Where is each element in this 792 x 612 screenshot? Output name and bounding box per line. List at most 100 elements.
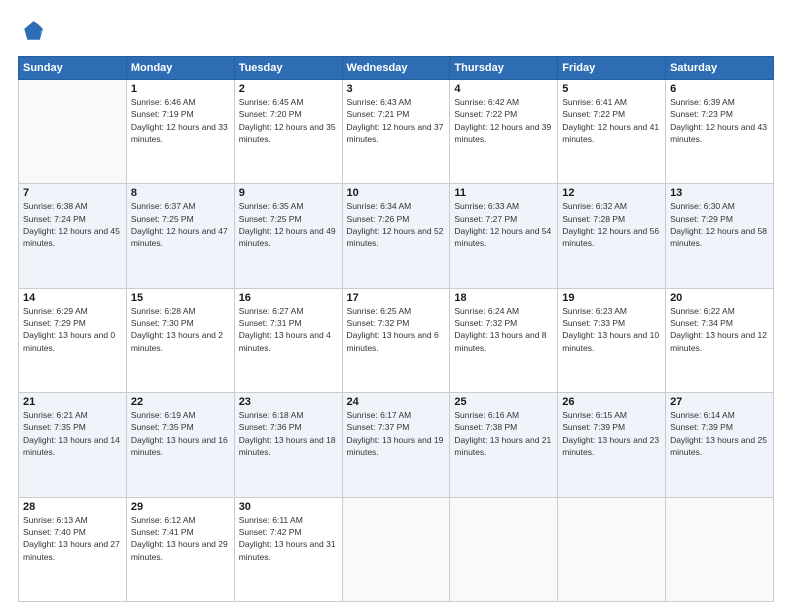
day-number: 15 xyxy=(131,292,230,304)
calendar-cell: 4Sunrise: 6:42 AMSunset: 7:22 PMDaylight… xyxy=(450,80,558,184)
day-info: Sunrise: 6:37 AMSunset: 7:25 PMDaylight:… xyxy=(131,200,230,249)
day-info: Sunrise: 6:13 AMSunset: 7:40 PMDaylight:… xyxy=(23,514,122,563)
day-info: Sunrise: 6:32 AMSunset: 7:28 PMDaylight:… xyxy=(562,200,661,249)
day-number: 21 xyxy=(23,396,122,408)
day-number: 17 xyxy=(347,292,446,304)
calendar-cell: 11Sunrise: 6:33 AMSunset: 7:27 PMDayligh… xyxy=(450,184,558,288)
day-info: Sunrise: 6:34 AMSunset: 7:26 PMDaylight:… xyxy=(347,200,446,249)
logo-icon xyxy=(18,18,46,46)
calendar-body: 1Sunrise: 6:46 AMSunset: 7:19 PMDaylight… xyxy=(19,80,774,602)
calendar-cell: 2Sunrise: 6:45 AMSunset: 7:20 PMDaylight… xyxy=(234,80,342,184)
day-info: Sunrise: 6:27 AMSunset: 7:31 PMDaylight:… xyxy=(239,305,338,354)
calendar-cell xyxy=(342,497,450,601)
day-info: Sunrise: 6:17 AMSunset: 7:37 PMDaylight:… xyxy=(347,409,446,458)
weekday-header-cell: Friday xyxy=(558,57,666,80)
day-info: Sunrise: 6:14 AMSunset: 7:39 PMDaylight:… xyxy=(670,409,769,458)
calendar-cell: 3Sunrise: 6:43 AMSunset: 7:21 PMDaylight… xyxy=(342,80,450,184)
calendar-cell: 12Sunrise: 6:32 AMSunset: 7:28 PMDayligh… xyxy=(558,184,666,288)
header xyxy=(18,18,774,46)
day-info: Sunrise: 6:30 AMSunset: 7:29 PMDaylight:… xyxy=(670,200,769,249)
calendar-cell: 15Sunrise: 6:28 AMSunset: 7:30 PMDayligh… xyxy=(126,288,234,392)
day-number: 26 xyxy=(562,396,661,408)
calendar-cell: 27Sunrise: 6:14 AMSunset: 7:39 PMDayligh… xyxy=(666,393,774,497)
calendar-cell: 5Sunrise: 6:41 AMSunset: 7:22 PMDaylight… xyxy=(558,80,666,184)
calendar-cell: 23Sunrise: 6:18 AMSunset: 7:36 PMDayligh… xyxy=(234,393,342,497)
calendar-cell: 22Sunrise: 6:19 AMSunset: 7:35 PMDayligh… xyxy=(126,393,234,497)
day-number: 19 xyxy=(562,292,661,304)
day-number: 28 xyxy=(23,501,122,513)
day-info: Sunrise: 6:22 AMSunset: 7:34 PMDaylight:… xyxy=(670,305,769,354)
day-number: 24 xyxy=(347,396,446,408)
day-info: Sunrise: 6:21 AMSunset: 7:35 PMDaylight:… xyxy=(23,409,122,458)
day-number: 22 xyxy=(131,396,230,408)
page: SundayMondayTuesdayWednesdayThursdayFrid… xyxy=(0,0,792,612)
day-number: 18 xyxy=(454,292,553,304)
calendar-table: SundayMondayTuesdayWednesdayThursdayFrid… xyxy=(18,56,774,602)
day-info: Sunrise: 6:46 AMSunset: 7:19 PMDaylight:… xyxy=(131,96,230,145)
calendar-cell: 29Sunrise: 6:12 AMSunset: 7:41 PMDayligh… xyxy=(126,497,234,601)
calendar-cell: 10Sunrise: 6:34 AMSunset: 7:26 PMDayligh… xyxy=(342,184,450,288)
day-number: 6 xyxy=(670,83,769,95)
calendar-cell: 6Sunrise: 6:39 AMSunset: 7:23 PMDaylight… xyxy=(666,80,774,184)
calendar-cell: 28Sunrise: 6:13 AMSunset: 7:40 PMDayligh… xyxy=(19,497,127,601)
calendar-cell: 17Sunrise: 6:25 AMSunset: 7:32 PMDayligh… xyxy=(342,288,450,392)
day-number: 23 xyxy=(239,396,338,408)
day-number: 5 xyxy=(562,83,661,95)
day-number: 27 xyxy=(670,396,769,408)
day-info: Sunrise: 6:12 AMSunset: 7:41 PMDaylight:… xyxy=(131,514,230,563)
calendar-cell: 13Sunrise: 6:30 AMSunset: 7:29 PMDayligh… xyxy=(666,184,774,288)
calendar-week-row: 1Sunrise: 6:46 AMSunset: 7:19 PMDaylight… xyxy=(19,80,774,184)
calendar-cell: 24Sunrise: 6:17 AMSunset: 7:37 PMDayligh… xyxy=(342,393,450,497)
day-number: 30 xyxy=(239,501,338,513)
calendar-cell: 16Sunrise: 6:27 AMSunset: 7:31 PMDayligh… xyxy=(234,288,342,392)
day-info: Sunrise: 6:25 AMSunset: 7:32 PMDaylight:… xyxy=(347,305,446,354)
calendar-cell xyxy=(666,497,774,601)
calendar-cell: 8Sunrise: 6:37 AMSunset: 7:25 PMDaylight… xyxy=(126,184,234,288)
day-number: 14 xyxy=(23,292,122,304)
calendar-cell xyxy=(19,80,127,184)
calendar-cell xyxy=(450,497,558,601)
calendar-cell: 1Sunrise: 6:46 AMSunset: 7:19 PMDaylight… xyxy=(126,80,234,184)
day-info: Sunrise: 6:29 AMSunset: 7:29 PMDaylight:… xyxy=(23,305,122,354)
calendar-week-row: 7Sunrise: 6:38 AMSunset: 7:24 PMDaylight… xyxy=(19,184,774,288)
day-number: 20 xyxy=(670,292,769,304)
weekday-header-cell: Tuesday xyxy=(234,57,342,80)
day-info: Sunrise: 6:11 AMSunset: 7:42 PMDaylight:… xyxy=(239,514,338,563)
calendar-cell: 25Sunrise: 6:16 AMSunset: 7:38 PMDayligh… xyxy=(450,393,558,497)
day-info: Sunrise: 6:42 AMSunset: 7:22 PMDaylight:… xyxy=(454,96,553,145)
day-info: Sunrise: 6:43 AMSunset: 7:21 PMDaylight:… xyxy=(347,96,446,145)
day-number: 4 xyxy=(454,83,553,95)
day-number: 3 xyxy=(347,83,446,95)
day-number: 25 xyxy=(454,396,553,408)
day-info: Sunrise: 6:33 AMSunset: 7:27 PMDaylight:… xyxy=(454,200,553,249)
day-info: Sunrise: 6:35 AMSunset: 7:25 PMDaylight:… xyxy=(239,200,338,249)
day-info: Sunrise: 6:15 AMSunset: 7:39 PMDaylight:… xyxy=(562,409,661,458)
weekday-header-cell: Saturday xyxy=(666,57,774,80)
day-number: 8 xyxy=(131,187,230,199)
weekday-header-cell: Thursday xyxy=(450,57,558,80)
weekday-header-cell: Sunday xyxy=(19,57,127,80)
day-info: Sunrise: 6:39 AMSunset: 7:23 PMDaylight:… xyxy=(670,96,769,145)
calendar-week-row: 14Sunrise: 6:29 AMSunset: 7:29 PMDayligh… xyxy=(19,288,774,392)
calendar-cell: 7Sunrise: 6:38 AMSunset: 7:24 PMDaylight… xyxy=(19,184,127,288)
day-info: Sunrise: 6:23 AMSunset: 7:33 PMDaylight:… xyxy=(562,305,661,354)
day-number: 11 xyxy=(454,187,553,199)
day-info: Sunrise: 6:18 AMSunset: 7:36 PMDaylight:… xyxy=(239,409,338,458)
day-info: Sunrise: 6:45 AMSunset: 7:20 PMDaylight:… xyxy=(239,96,338,145)
calendar-week-row: 28Sunrise: 6:13 AMSunset: 7:40 PMDayligh… xyxy=(19,497,774,601)
day-number: 2 xyxy=(239,83,338,95)
logo xyxy=(18,18,50,46)
day-info: Sunrise: 6:19 AMSunset: 7:35 PMDaylight:… xyxy=(131,409,230,458)
day-info: Sunrise: 6:41 AMSunset: 7:22 PMDaylight:… xyxy=(562,96,661,145)
day-number: 10 xyxy=(347,187,446,199)
day-number: 9 xyxy=(239,187,338,199)
weekday-header-cell: Wednesday xyxy=(342,57,450,80)
day-info: Sunrise: 6:28 AMSunset: 7:30 PMDaylight:… xyxy=(131,305,230,354)
calendar-cell: 9Sunrise: 6:35 AMSunset: 7:25 PMDaylight… xyxy=(234,184,342,288)
calendar-cell: 19Sunrise: 6:23 AMSunset: 7:33 PMDayligh… xyxy=(558,288,666,392)
calendar-week-row: 21Sunrise: 6:21 AMSunset: 7:35 PMDayligh… xyxy=(19,393,774,497)
day-info: Sunrise: 6:24 AMSunset: 7:32 PMDaylight:… xyxy=(454,305,553,354)
calendar-cell: 14Sunrise: 6:29 AMSunset: 7:29 PMDayligh… xyxy=(19,288,127,392)
calendar-cell xyxy=(558,497,666,601)
calendar-cell: 20Sunrise: 6:22 AMSunset: 7:34 PMDayligh… xyxy=(666,288,774,392)
